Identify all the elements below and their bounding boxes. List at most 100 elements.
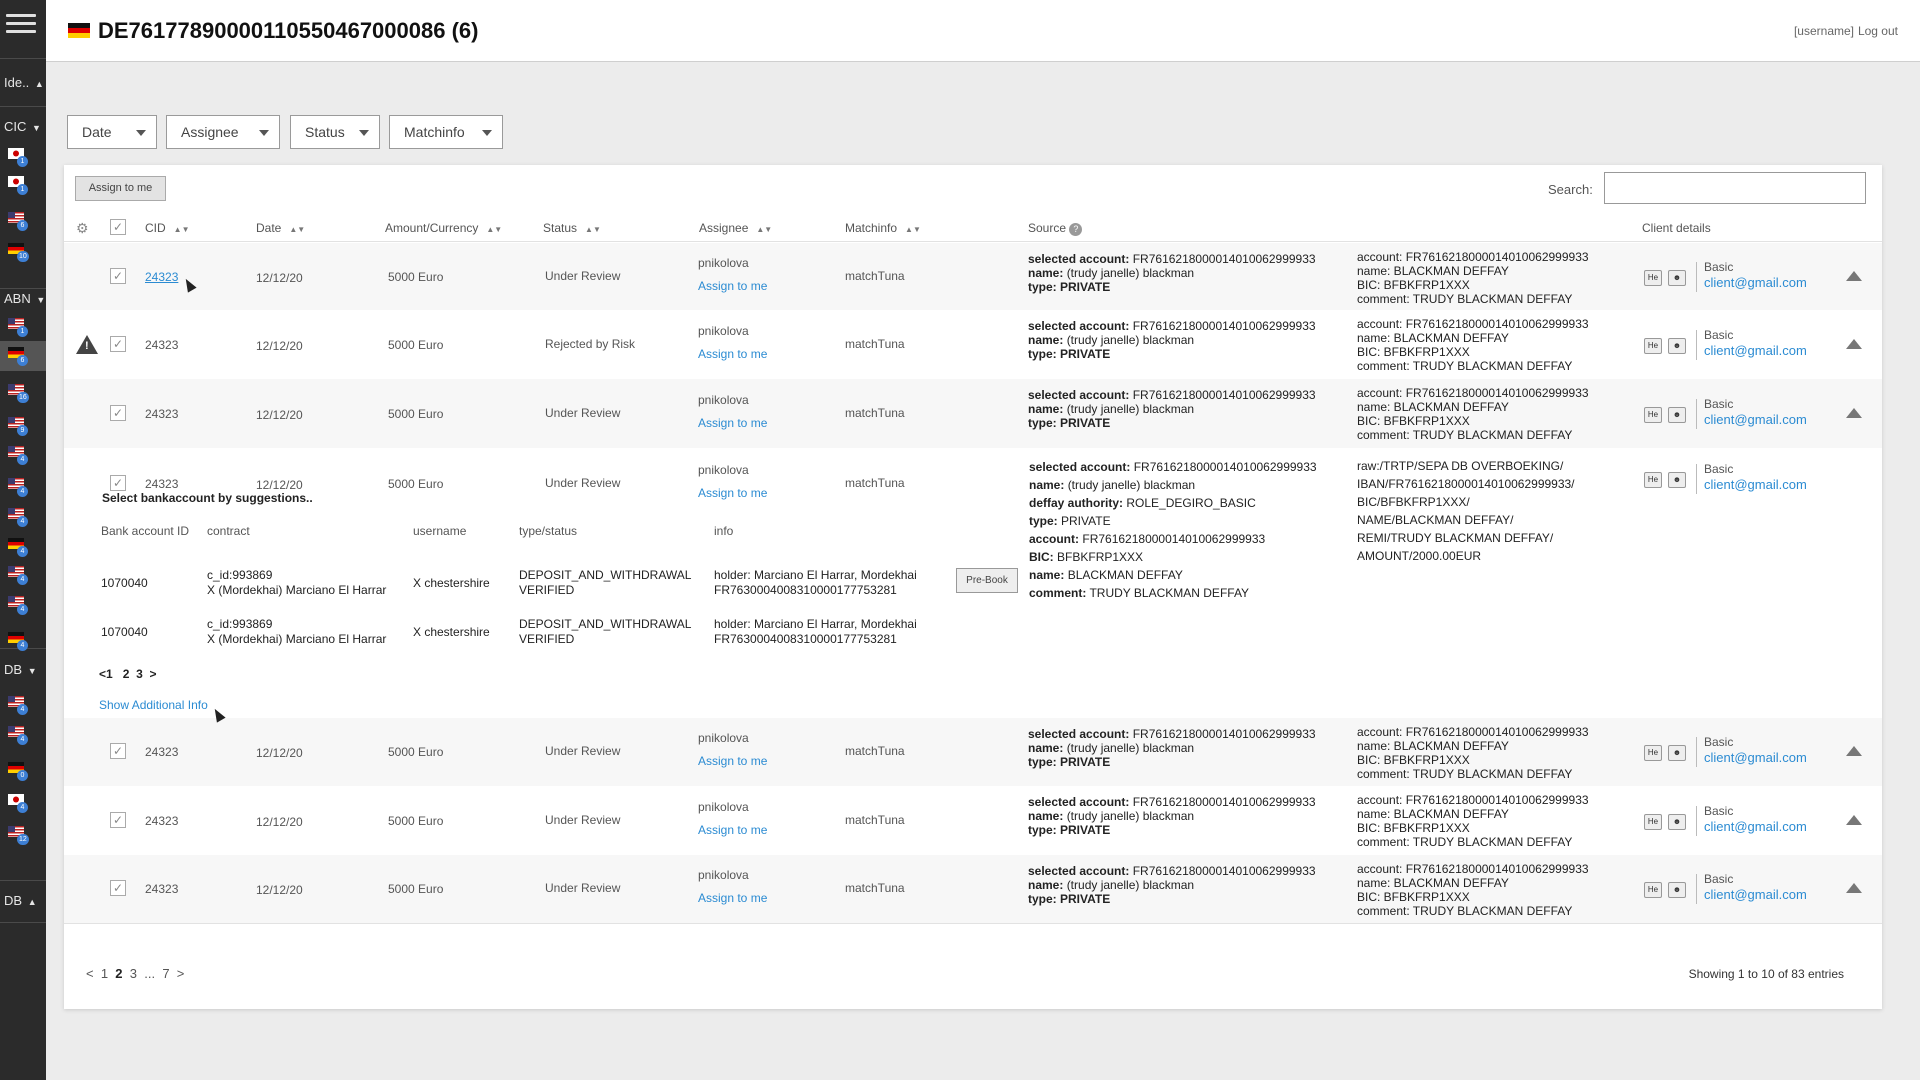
sidebar-flag-item[interactable]: 4 <box>8 566 30 588</box>
row-checkbox[interactable]: ✓ <box>110 405 126 421</box>
row-checkbox[interactable]: ✓ <box>110 812 126 828</box>
cid-cell[interactable]: 24323 <box>145 270 178 284</box>
sidebar-flag-item[interactable]: 12 <box>8 826 30 848</box>
user-icon[interactable]: ☻ <box>1668 338 1686 354</box>
sidebar-flag-item[interactable]: 1 <box>8 148 30 170</box>
sidebar-flag-item[interactable]: 6 <box>8 347 30 369</box>
sidebar-group-db[interactable]: DB ▼ <box>0 657 46 683</box>
filter-matchinfo[interactable]: Matchinfo <box>389 115 503 149</box>
column-header-amount[interactable]: Amount/Currency ▲▼ <box>385 221 502 235</box>
menu-icon[interactable] <box>6 14 36 34</box>
row-checkbox[interactable]: ✓ <box>110 268 126 284</box>
he-icon[interactable]: He <box>1644 270 1662 286</box>
pagination-page-2[interactable]: 2 <box>115 966 122 981</box>
select-all-checkbox[interactable]: ✓ <box>110 219 126 235</box>
user-icon[interactable]: ☻ <box>1668 472 1686 488</box>
table-row <box>64 786 1882 855</box>
row-checkbox[interactable]: ✓ <box>110 475 126 491</box>
sidebar-flag-item[interactable]: 4 <box>8 794 30 816</box>
sidebar-flag-item[interactable]: 0 <box>8 762 30 784</box>
row-checkbox[interactable]: ✓ <box>110 336 126 352</box>
collapse-icon[interactable] <box>1846 271 1862 281</box>
user-icon[interactable]: ☻ <box>1668 270 1686 286</box>
sidebar-group-cic[interactable]: CIC ▼ <box>0 114 46 140</box>
sidebar-group-ide[interactable]: Ide.. ▲ <box>0 70 46 96</box>
row-checkbox[interactable]: ✓ <box>110 743 126 759</box>
sidebar-flag-item[interactable]: 4 <box>8 726 30 748</box>
pagination-next[interactable]: > <box>177 966 185 981</box>
gear-icon[interactable]: ⚙ <box>76 220 89 237</box>
client-email-link[interactable]: client@gmail.com <box>1704 819 1807 834</box>
filter-assignee[interactable]: Assignee <box>166 115 280 149</box>
sidebar-flag-item[interactable]: 4 <box>8 596 30 618</box>
assign-to-me-link[interactable]: Assign to me <box>698 754 767 768</box>
he-icon[interactable]: He <box>1644 814 1662 830</box>
suggestions-page-current[interactable]: 1 <box>106 667 113 681</box>
pagination-page-1[interactable]: 1 <box>101 966 108 981</box>
logout-link[interactable]: Log out <box>1858 24 1898 38</box>
pre-book-button[interactable]: Pre-Book <box>956 568 1018 593</box>
collapse-icon[interactable] <box>1846 815 1862 825</box>
pagination-page-7[interactable]: 7 <box>162 966 169 981</box>
help-icon[interactable]: ? <box>1069 223 1083 236</box>
assign-to-me-link[interactable]: Assign to me <box>698 486 767 500</box>
user-icon[interactable]: ☻ <box>1668 882 1686 898</box>
he-icon[interactable]: He <box>1644 472 1662 488</box>
collapse-icon[interactable] <box>1846 883 1862 893</box>
filter-status[interactable]: Status <box>290 115 380 149</box>
assign-to-me-link[interactable]: Assign to me <box>698 823 767 837</box>
client-email-link[interactable]: client@gmail.com <box>1704 750 1807 765</box>
filter-date[interactable]: Date <box>67 115 157 149</box>
client-email-link[interactable]: client@gmail.com <box>1704 477 1807 492</box>
sidebar-flag-item[interactable]: 1 <box>8 318 30 340</box>
suggestions-pagination: <1 2 3 > <box>99 667 156 681</box>
search-input[interactable] <box>1604 172 1866 204</box>
sidebar-flag-item[interactable]: 4 <box>8 696 30 718</box>
column-header-matchinfo[interactable]: Matchinfo ▲▼ <box>845 221 921 235</box>
sidebar-flag-item[interactable]: 16 <box>8 384 30 406</box>
client-email-link[interactable]: client@gmail.com <box>1704 412 1807 427</box>
sidebar-flag-item[interactable]: 4 <box>8 538 30 560</box>
user-icon[interactable]: ☻ <box>1668 745 1686 761</box>
suggestions-next[interactable]: > <box>149 667 156 681</box>
pagination-prev[interactable]: < <box>86 966 94 981</box>
sidebar-group-abn[interactable]: ABN ▼ <box>0 286 46 312</box>
sidebar-flag-item[interactable]: 10 <box>8 243 30 265</box>
assign-to-me-link[interactable]: Assign to me <box>698 416 767 430</box>
assign-to-me-link[interactable]: Assign to me <box>698 347 767 361</box>
client-email-link[interactable]: client@gmail.com <box>1704 343 1807 358</box>
suggestions-prev[interactable]: < <box>99 667 106 681</box>
suggestions-page-2[interactable]: 2 <box>123 667 130 681</box>
sidebar-flag-item[interactable]: 1 <box>8 176 30 198</box>
matchinfo-cell: matchTuna <box>845 406 905 420</box>
sidebar-flag-item[interactable]: 4 <box>8 446 30 468</box>
he-icon[interactable]: He <box>1644 338 1662 354</box>
suggestions-page-3[interactable]: 3 <box>136 667 143 681</box>
he-icon[interactable]: He <box>1644 745 1662 761</box>
assign-to-me-button[interactable]: Assign to me <box>75 176 166 201</box>
sidebar-flag-item[interactable]: 4 <box>8 632 30 654</box>
client-email-link[interactable]: client@gmail.com <box>1704 887 1807 902</box>
sidebar-flag-item[interactable]: 9 <box>8 417 30 439</box>
show-additional-info-link[interactable]: Show Additional Info <box>99 698 208 712</box>
pagination-page-3[interactable]: 3 <box>130 966 137 981</box>
sidebar-flag-item[interactable]: 4 <box>8 508 30 530</box>
column-header-status[interactable]: Status ▲▼ <box>543 221 601 235</box>
column-header-cid[interactable]: CID ▲▼ <box>145 221 190 235</box>
user-icon[interactable]: ☻ <box>1668 407 1686 423</box>
row-checkbox[interactable]: ✓ <box>110 880 126 896</box>
sidebar-flag-item[interactable]: 6 <box>8 212 30 234</box>
column-header-date[interactable]: Date ▲▼ <box>256 221 305 235</box>
collapse-icon[interactable] <box>1846 746 1862 756</box>
user-icon[interactable]: ☻ <box>1668 814 1686 830</box>
collapse-icon[interactable] <box>1846 339 1862 349</box>
he-icon[interactable]: He <box>1644 407 1662 423</box>
sidebar-group-db-2[interactable]: DB ▲ <box>0 888 46 914</box>
sidebar-flag-item[interactable]: 4 <box>8 478 30 500</box>
he-icon[interactable]: He <box>1644 882 1662 898</box>
collapse-icon[interactable] <box>1846 408 1862 418</box>
assign-to-me-link[interactable]: Assign to me <box>698 891 767 905</box>
column-header-assignee[interactable]: Assignee ▲▼ <box>699 221 772 235</box>
client-email-link[interactable]: client@gmail.com <box>1704 275 1807 290</box>
assign-to-me-link[interactable]: Assign to me <box>698 279 767 293</box>
